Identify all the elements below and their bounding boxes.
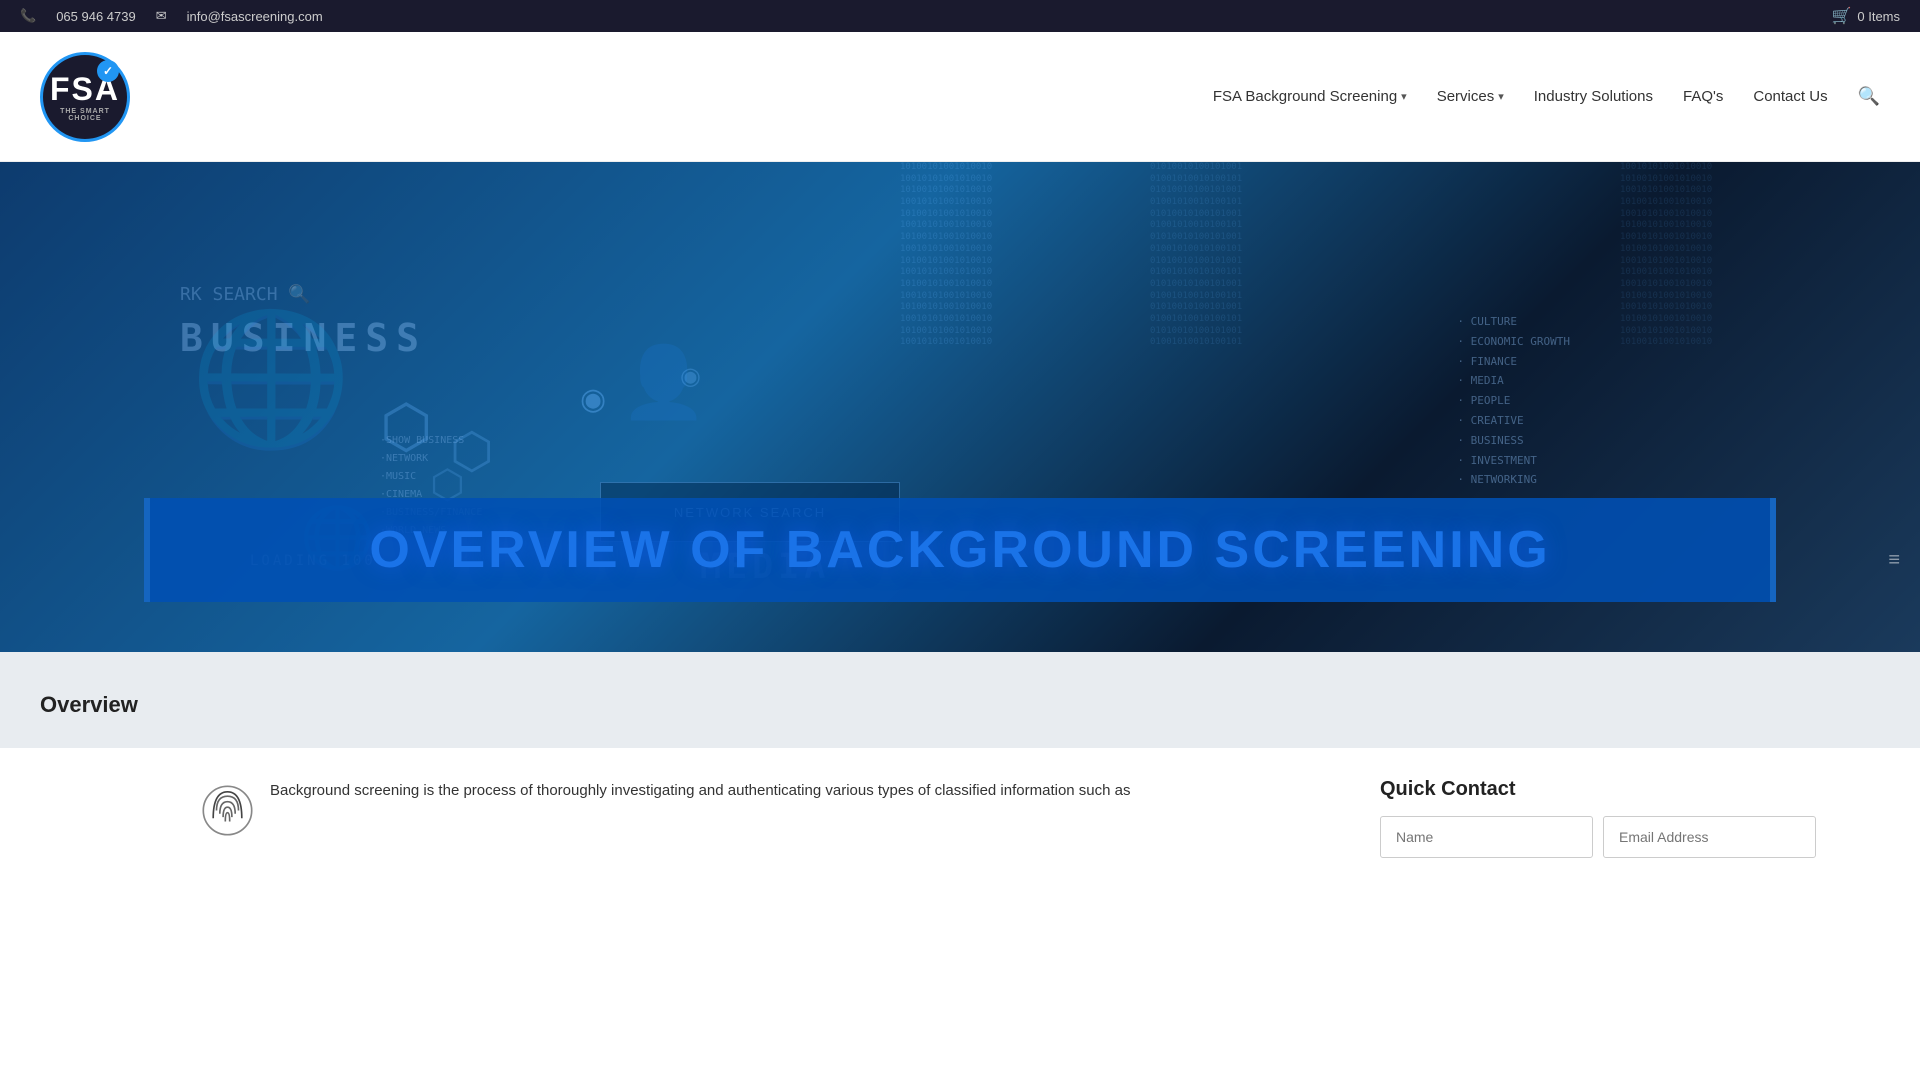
main-nav: FSA Background Screening ▾ Services ▾ In… (1213, 83, 1880, 110)
main-content: Background screening is the process of t… (0, 748, 1920, 888)
body-paragraph: Background screening is the process of t… (200, 778, 1340, 804)
name-input[interactable] (1380, 816, 1593, 858)
checkmark-icon: ✓ (97, 60, 119, 82)
body-text-area: Background screening is the process of t… (200, 778, 1340, 838)
email-icon: ✉ (156, 8, 167, 24)
binary-col-3: 1001010100101001010100101001010010100101… (1620, 162, 1820, 349)
search-button[interactable]: 🔍 (1858, 86, 1880, 107)
overview-heading: Overview (40, 672, 1880, 728)
logo: ✓ FSA THE SMART CHOICE (40, 52, 130, 142)
contact-form (1380, 816, 1720, 858)
top-bar: 📞 065 946 4739 ✉ info@fsascreening.com 🛒… (0, 0, 1920, 32)
quick-contact-widget: Quick Contact (1380, 778, 1720, 858)
nav-services[interactable]: Services ▾ (1437, 83, 1504, 110)
fingerprint-icon (200, 783, 255, 838)
quick-contact-title: Quick Contact (1380, 778, 1720, 801)
breadcrumb-bar: Overview (0, 652, 1920, 748)
hero-banner: OVERVIEW OF BACKGROUND SCREENING (144, 498, 1776, 602)
node-icon-2: ◉ (680, 362, 701, 391)
email-input[interactable] (1603, 816, 1816, 858)
nav-faqs[interactable]: FAQ's (1683, 83, 1723, 110)
cart-icon: 🛒 (1831, 6, 1851, 26)
scroll-indicator: ≡ (1888, 549, 1900, 572)
logo-area: ✓ FSA THE SMART CHOICE (40, 52, 130, 142)
header: ✓ FSA THE SMART CHOICE FSA Background Sc… (0, 32, 1920, 162)
cart-count[interactable]: 0 Items (1857, 9, 1900, 24)
binary-col-1: 1010010100101001010010101001010010101001… (900, 162, 1100, 349)
binary-col-2: 0101001010010100101001010010100101010100… (1150, 162, 1350, 349)
nav-industry-solutions[interactable]: Industry Solutions (1534, 83, 1653, 110)
nav-contact-us[interactable]: Contact Us (1753, 83, 1827, 110)
culture-labels: · CULTURE· ECONOMIC GROWTH· FINANCE· MED… (1457, 312, 1570, 490)
chevron-down-icon: ▾ (1498, 90, 1504, 103)
chevron-down-icon: ▾ (1401, 90, 1407, 103)
phone-icon: 📞 (20, 8, 36, 24)
world-map-icon: 🌐 (190, 302, 352, 455)
top-bar-right: 🛒 0 Items (1831, 6, 1900, 26)
node-icon-1: ◉ (580, 382, 606, 417)
top-bar-left: 📞 065 946 4739 ✉ info@fsascreening.com (20, 8, 323, 24)
hero-section: BUSINESS RK SEARCH 🔍 ⬡ ⬡ ⬡ 1010010100101… (0, 162, 1920, 652)
hero-title: OVERVIEW OF BACKGROUND SCREENING (190, 520, 1730, 580)
logo-tagline: THE SMART CHOICE (43, 108, 127, 122)
nav-fsa-bg-screening[interactable]: FSA Background Screening ▾ (1213, 83, 1407, 110)
email-link[interactable]: info@fsascreening.com (187, 9, 323, 24)
phone-number: 065 946 4739 (56, 9, 136, 24)
